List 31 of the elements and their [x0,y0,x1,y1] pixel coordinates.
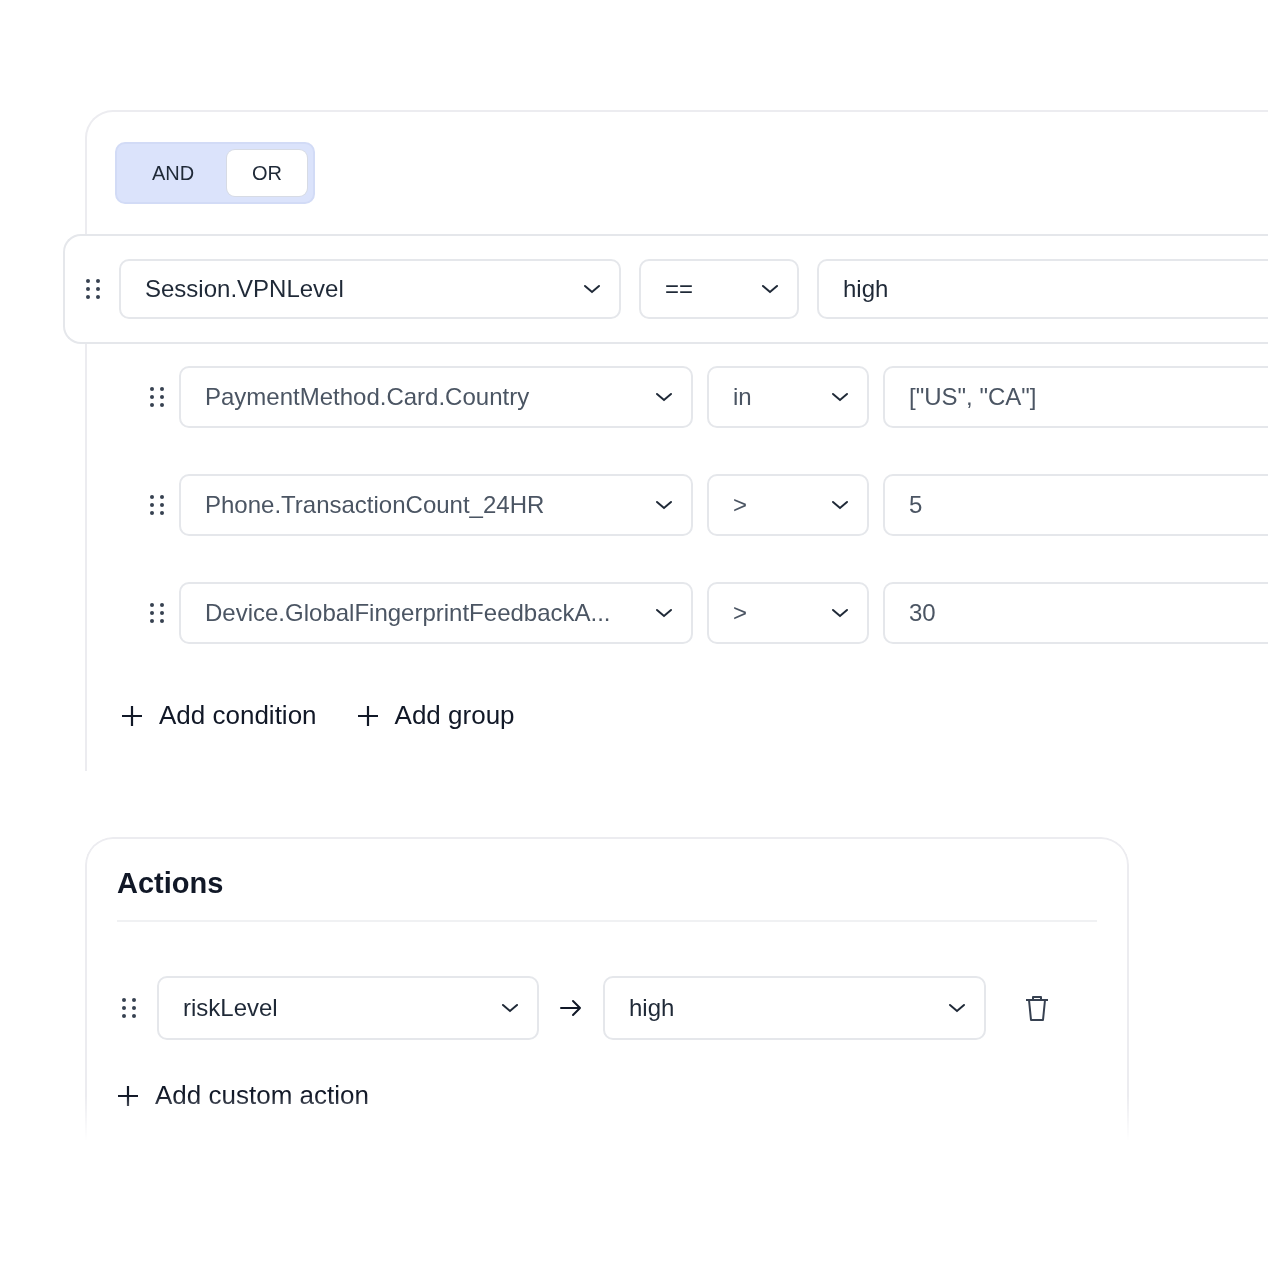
add-button[interactable]: Add condition [121,700,317,731]
action-field-select[interactable]: riskLevel [157,976,539,1040]
value-input[interactable]: 30 [883,582,1268,644]
field-value: PaymentMethod.Card.Country [205,383,530,411]
field-select[interactable]: Device.GlobalFingerprintFeedbackA... [179,582,693,644]
operator-value: in [733,383,752,411]
section-title: Actions [117,867,1097,922]
value-input[interactable]: 5 [883,474,1268,536]
selected-value: high [629,994,675,1022]
value-input[interactable]: ["US", "CA"] [883,366,1268,428]
operator-select[interactable]: == [639,259,799,319]
dragged-condition-row[interactable]: Session.VPNLevel == high [63,234,1268,344]
operator-select[interactable]: in [707,366,869,428]
operator-value: > [733,599,747,627]
value-input[interactable]: high [817,259,1268,319]
add-button[interactable]: Add group [356,700,515,731]
field-select[interactable]: Phone.TransactionCount_24HR [179,474,693,536]
field-value: Phone.TransactionCount_24HR [205,491,545,519]
operator-select[interactable]: > [707,474,869,536]
add-button[interactable]: Add custom action [117,1080,369,1111]
action-value-select[interactable]: high [603,976,986,1040]
operator-select[interactable]: > [707,582,869,644]
operator-value: == [665,275,694,303]
field-select[interactable]: PaymentMethod.Card.Country [179,366,693,428]
field-select[interactable]: Session.VPNLevel [119,259,621,319]
field-value: Device.GlobalFingerprintFeedbackA... [205,599,611,627]
operator-value: > [733,491,747,519]
logic-option[interactable]: AND [123,150,223,196]
field-value: Session.VPNLevel [145,275,344,303]
field-value: riskLevel [183,994,278,1022]
logic-option[interactable]: OR [227,150,307,196]
